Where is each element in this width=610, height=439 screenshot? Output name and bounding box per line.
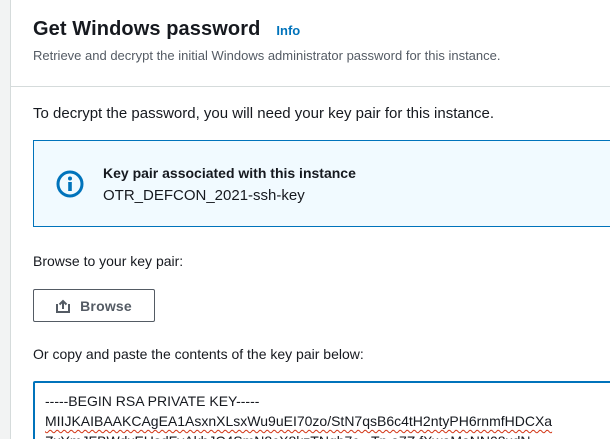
key-pair-textarea[interactable]: -----BEGIN RSA PRIVATE KEY----- MIIJKAIB… [33,381,610,439]
intro-text: To decrypt the password, you will need y… [33,105,495,122]
main-panel: To decrypt the password, you will need y… [10,87,610,439]
page-description: Retrieve and decrypt the initial Windows… [33,48,501,63]
key-line-body: MIIJKAIBAAKCAgEA1AsxnXLsxWu9uEI70zo/StN7… [45,413,553,429]
page-title: Get Windows password [33,18,261,40]
browse-button-label: Browse [80,297,132,314]
browse-button[interactable]: Browse [33,289,155,322]
alert-title: Key pair associated with this instance [103,165,356,181]
key-line-header: -----BEGIN RSA PRIVATE KEY----- [45,393,260,409]
key-line-body: ZxYmJFBWdxEHsdFyAkhJC4SmN8cX8kzTNgb7c...… [45,431,610,439]
upload-icon [56,299,71,313]
paste-label: Or copy and paste the contents of the ke… [33,346,364,362]
page-header: Get Windows password Info Retrieve and d… [10,0,610,87]
info-link[interactable]: Info [276,23,300,38]
header-title-row: Get Windows password Info [33,18,300,41]
browse-label: Browse to your key pair: [33,253,184,269]
key-pair-name: OTR_DEFCON_2021-ssh-key [103,187,305,204]
key-pair-info-alert: Key pair associated with this instance O… [33,140,610,227]
page: Get Windows password Info Retrieve and d… [0,0,610,439]
info-circle-icon [56,170,84,198]
